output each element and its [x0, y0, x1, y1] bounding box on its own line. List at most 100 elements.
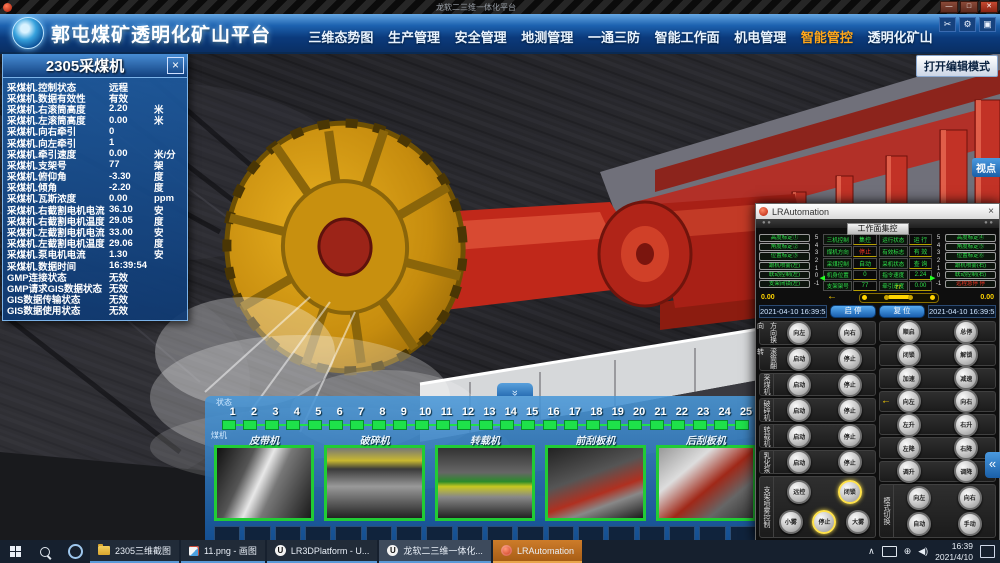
taskbar-task[interactable]: ULR3DPlatform - U...: [267, 540, 378, 563]
round-button[interactable]: 自动: [907, 512, 931, 536]
round-button[interactable]: 减速: [954, 366, 978, 390]
viewpoint-tag[interactable]: 视点: [972, 158, 1000, 177]
round-button[interactable]: 右升: [954, 413, 978, 437]
nav-item[interactable]: 智能管控: [801, 27, 853, 46]
taskbar-task[interactable]: U龙软二三维一体化...: [379, 540, 491, 563]
round-button[interactable]: 启动: [787, 347, 811, 371]
touch-keyboard-icon[interactable]: [882, 546, 897, 557]
start-button[interactable]: [0, 540, 30, 563]
round-button[interactable]: 解锁: [954, 343, 978, 367]
status-item-label: 煤机方向: [823, 246, 852, 257]
control-row-buttons: 启动 停止: [774, 398, 875, 422]
round-button[interactable]: 停止: [838, 347, 862, 371]
round-button[interactable]: 总停: [954, 320, 978, 344]
close-button[interactable]: ✕: [980, 1, 998, 13]
round-button[interactable]: 左降: [897, 436, 921, 460]
round-button[interactable]: 停止: [838, 398, 862, 422]
round-button[interactable]: 加速: [897, 366, 921, 390]
round-button[interactable]: 停止: [838, 450, 862, 474]
lr-function-button[interactable]: 跟机喷雾(右): [945, 262, 996, 270]
lr-function-button[interactable]: 跟机喷雾(左): [759, 262, 810, 270]
lr-function-button[interactable]: 支架闭锁(左): [759, 280, 810, 288]
taskbar-clock[interactable]: 16:39 2021/4/10: [935, 541, 973, 561]
lr-function-button[interactable]: 位置标定③: [759, 252, 810, 260]
taskbar-task[interactable]: 2305三维截图: [90, 540, 179, 563]
round-button[interactable]: 向左: [907, 486, 931, 510]
lr-reset-button[interactable]: 复 位: [879, 305, 925, 318]
support-number: 24: [714, 406, 735, 418]
round-button[interactable]: 闭锁: [897, 343, 921, 367]
round-button[interactable]: 手动: [958, 512, 982, 536]
lr-function-button[interactable]: 高度标定①: [759, 234, 810, 242]
round-button[interactable]: 向右: [954, 389, 978, 413]
lr-close-icon[interactable]: ×: [983, 206, 999, 217]
edit-mode-button[interactable]: 打开编辑模式: [916, 55, 998, 77]
round-button[interactable]: 停止: [838, 424, 862, 448]
round-button[interactable]: 启动: [787, 424, 811, 448]
taskbar-task[interactable]: 11.png - 画图: [181, 540, 265, 563]
data-row-value: 1: [109, 137, 154, 148]
window-mode-icon[interactable]: ▣: [979, 17, 996, 32]
round-button[interactable]: 闭锁: [838, 480, 862, 504]
lr-start-stop-button[interactable]: 启 停: [830, 305, 876, 318]
notification-center-icon[interactable]: [980, 545, 995, 558]
lr-tab-facecontrol[interactable]: 工作面集控: [847, 223, 909, 235]
nav-item[interactable]: 智能工作面: [655, 27, 720, 46]
nav-item[interactable]: 安全管理: [455, 27, 507, 46]
collapse-tab[interactable]: «: [497, 383, 533, 396]
nav-item[interactable]: 地测管理: [521, 27, 573, 46]
round-button[interactable]: 向右: [958, 486, 982, 510]
nav-item[interactable]: 生产管理: [388, 27, 440, 46]
camera-thumbnail[interactable]: [656, 445, 756, 521]
lr-function-button[interactable]: 联动控制(右): [945, 271, 996, 279]
lr-function-button[interactable]: 高度标定④: [945, 234, 996, 242]
minimize-button[interactable]: —: [940, 1, 958, 13]
round-button[interactable]: 调降: [954, 459, 978, 483]
lr-icon: [501, 545, 512, 556]
gear-icon[interactable]: ⚙: [959, 17, 976, 32]
camera-thumbnail[interactable]: [545, 445, 645, 521]
round-button[interactable]: 向左: [787, 321, 811, 345]
lr-function-button[interactable]: 角度标定⑤: [945, 243, 996, 251]
round-button[interactable]: 启动: [787, 373, 811, 397]
nav-item[interactable]: 机电管理: [734, 27, 786, 46]
camera-thumbnail[interactable]: [214, 445, 314, 521]
camera-item: 皮带机: [214, 432, 314, 521]
task-view-button[interactable]: [60, 540, 90, 563]
round-button[interactable]: 大雾: [846, 510, 870, 534]
round-button[interactable]: 启动: [787, 450, 811, 474]
round-button[interactable]: 向左: [897, 389, 921, 413]
task-label: LRAutomation: [517, 546, 574, 556]
round-button[interactable]: 小雾: [779, 510, 803, 534]
round-button[interactable]: 调升: [897, 459, 921, 483]
lr-function-button[interactable]: 联动控制(左): [759, 271, 810, 279]
round-button[interactable]: 向右: [838, 321, 862, 345]
data-row-value: -2.20: [109, 182, 154, 193]
camera-thumbnail[interactable]: [435, 445, 535, 521]
tray-expand-icon[interactable]: ∧: [868, 547, 875, 556]
round-button[interactable]: 右降: [954, 436, 978, 460]
round-button[interactable]: 远控: [787, 480, 811, 504]
lr-function-button[interactable]: 角度标定②: [759, 243, 810, 251]
lr-emergency-stop-button[interactable]: 远程急停 停: [945, 280, 996, 288]
scale-mark: 4: [811, 243, 822, 249]
nav-item[interactable]: 透明化矿山: [868, 27, 933, 46]
taskbar-search-button[interactable]: [30, 540, 60, 563]
round-button[interactable]: 顺启: [897, 320, 921, 344]
maximize-button[interactable]: □: [960, 1, 978, 13]
nav-item[interactable]: 三维态势图: [308, 27, 373, 46]
round-button[interactable]: 左升: [897, 413, 921, 437]
tools-icon[interactable]: ✂: [939, 17, 956, 32]
network-icon[interactable]: ⊕: [904, 547, 912, 556]
round-button[interactable]: 停止: [812, 510, 836, 534]
nav-item[interactable]: 一通三防: [588, 27, 640, 46]
panel-close-icon[interactable]: ×: [167, 57, 184, 74]
lr-function-button[interactable]: 位置标定⑥: [945, 252, 996, 260]
taskbar-task[interactable]: LRAutomation: [493, 540, 582, 563]
volume-icon[interactable]: ◀): [918, 547, 928, 556]
scale-mark: 3: [933, 250, 944, 256]
camera-thumbnail[interactable]: [324, 445, 424, 521]
round-button[interactable]: 启动: [787, 398, 811, 422]
round-button[interactable]: 停止: [838, 373, 862, 397]
edge-collapse-button[interactable]: «: [985, 452, 1000, 478]
